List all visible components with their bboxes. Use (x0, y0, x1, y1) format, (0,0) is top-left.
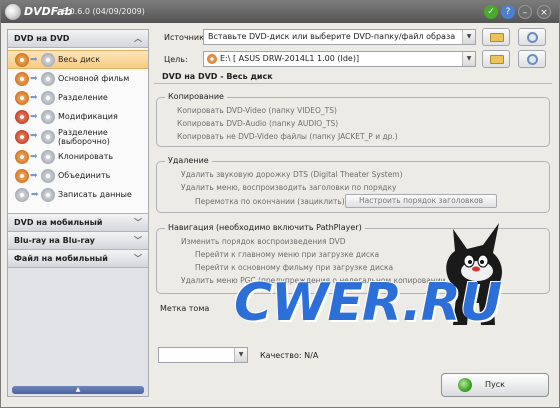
volume-label-text: Метка тома (160, 304, 210, 313)
sidebar-item-clone[interactable]: ➡ Клонировать (8, 147, 148, 166)
sidebar-section-bluray-to-bluray[interactable]: Blu-ray на Blu-ray ﹀ (8, 232, 148, 250)
sidebar-header-label: DVD на DVD (14, 34, 70, 43)
dvdfab-logo-icon (5, 4, 21, 20)
sidebar-section-label: Blu-ray на Blu-ray (14, 236, 95, 245)
disc-copy-icon: ➡ (14, 52, 58, 68)
sidebar-section-label: DVD на мобильный (14, 218, 103, 227)
sidebar-section-dvd-to-mobile[interactable]: DVD на мобильный ﹀ (8, 214, 148, 232)
target-combo[interactable]: E:\ [ ASUS DRW-2014L1 1.00 (Ide)] ▼ (203, 51, 476, 67)
disc-copy-icon: ➡ (14, 149, 58, 165)
sidebar-item-split[interactable]: ➡ Разделение (8, 88, 148, 107)
copy-group-title: Копирование (165, 92, 227, 101)
navigation-group-title: Навигация (необходимо включить PathPlaye… (165, 223, 365, 232)
disc-drive-icon (207, 54, 217, 64)
source-value: Вставьте DVD-диск или выберите DVD-папку… (208, 32, 456, 41)
remove-group: Удаление Удалить звуковую дорожку DTS (D… (156, 156, 550, 213)
remove-group-title: Удаление (165, 156, 212, 165)
close-icon[interactable]: × (537, 5, 551, 19)
target-settings-button[interactable] (518, 50, 546, 68)
remove-dts-option[interactable]: Удалить звуковую дорожку DTS (Digital Th… (181, 170, 403, 179)
sidebar-collapse-button[interactable]: ▲ (12, 386, 144, 394)
sidebar-item-main-movie[interactable]: ➡ Основной фильм (8, 69, 148, 88)
sidebar-item-merge[interactable]: ➡ Объединить (8, 166, 148, 185)
chevron-up-icon: ︿ (134, 34, 142, 43)
jump-main-movie-option[interactable]: Перейти к основному фильму при загрузке … (195, 263, 393, 272)
folder-icon (490, 33, 504, 42)
target-label: Цель: (164, 55, 188, 64)
sidebar-item-label: Записать данные (58, 190, 132, 199)
disc-burn-icon: ➡ (14, 187, 58, 203)
section-title-text: DVD на DVD - Весь диск (162, 72, 273, 81)
sidebar-item-label: Клонировать (58, 152, 114, 161)
gear-icon (527, 54, 538, 65)
target-browse-button[interactable] (482, 50, 510, 68)
mode-sidebar: DVD на DVD ︿ ➡ Весь диск ➡ Основной филь… (7, 29, 149, 397)
sidebar-item-label: Основной фильм (58, 74, 130, 83)
sidebar-item-label: Разделение (выборочно) (58, 127, 110, 146)
sidebar-item-label: Модификация (58, 112, 118, 121)
source-browse-button[interactable] (482, 28, 510, 46)
dropdown-arrow-icon[interactable]: ▼ (234, 348, 247, 362)
disc-copy-icon: ➡ (14, 129, 58, 145)
copy-audio-ts-option[interactable]: Копировать DVD-Audio (папку AUDIO_TS) (177, 119, 338, 128)
sidebar-section-label: Файл на мобильный (14, 254, 108, 263)
site-watermark: CWER.RU (234, 273, 502, 333)
sidebar-item-label: Разделение (58, 93, 108, 102)
sidebar-item-label: Объединить (58, 171, 111, 180)
chevron-down-icon: ﹀ (134, 236, 142, 245)
sidebar-item-write-data[interactable]: ➡ Записать данные (8, 185, 148, 204)
dropdown-arrow-icon[interactable]: ▼ (462, 30, 475, 44)
source-settings-button[interactable] (518, 28, 546, 46)
sidebar-item-customized-split[interactable]: ➡ Разделение (выборочно) (8, 126, 148, 147)
quality-label: Качество: N/A (260, 351, 319, 360)
sidebar-item-label: Весь диск (58, 55, 101, 64)
disc-copy-icon: ➡ (14, 168, 58, 184)
disc-copy-icon: ➡ (14, 90, 58, 106)
help-icon[interactable]: ? (501, 5, 515, 19)
change-play-order-option[interactable]: Изменить порядок воспроизведения DVD (181, 237, 346, 246)
jump-main-menu-option[interactable]: Перейти к главному меню при загрузке дис… (195, 250, 379, 259)
output-size-combo[interactable]: ▼ (158, 347, 248, 363)
copy-non-video-option[interactable]: Копировать не DVD-Video файлы (папку JAC… (177, 132, 398, 141)
app-window: DVDFab 6.0.6.0 (04/09/2009) ✓ ? – × DVD … (0, 0, 560, 408)
sidebar-header-dvd-to-dvd[interactable]: DVD на DVD ︿ (8, 30, 148, 48)
minimize-icon[interactable]: – (518, 5, 532, 19)
go-arrow-icon (458, 378, 472, 392)
disc-copy-icon: ➡ (14, 71, 58, 87)
copy-group: Копирование Копировать DVD-Video (папку … (156, 92, 550, 147)
dropdown-arrow-icon[interactable]: ▼ (462, 52, 475, 66)
remove-menu-option[interactable]: Удалить меню, воспроизводить заголовки п… (181, 183, 396, 192)
disc-copy-icon: ➡ (14, 109, 58, 125)
source-combo[interactable]: Вставьте DVD-диск или выберите DVD-папку… (203, 29, 476, 45)
source-label: Источник: (164, 33, 207, 42)
sidebar-section-file-to-mobile[interactable]: Файл на мобильный ﹀ (8, 250, 148, 268)
gear-icon (527, 32, 538, 43)
start-button[interactable]: Пуск (441, 373, 549, 397)
copy-video-ts-option[interactable]: Копировать DVD-Video (папку VIDEO_TS) (177, 106, 337, 115)
title-bar: DVDFab 6.0.6.0 (04/09/2009) ✓ ? – × (1, 1, 559, 23)
sidebar-item-list: ➡ Весь диск ➡ Основной фильм ➡ Разделени… (8, 48, 148, 214)
start-button-label: Пуск (485, 380, 505, 389)
chevron-down-icon: ﹀ (134, 254, 142, 263)
app-version: 6.0.6.0 (04/09/2009) (62, 7, 145, 16)
check-icon[interactable]: ✓ (484, 5, 498, 19)
chevron-down-icon: ﹀ (134, 218, 142, 227)
main-panel: Источник: Вставьте DVD-диск или выберите… (154, 27, 554, 401)
loop-playback-option[interactable]: Перемотка по окончании (зациклить) (195, 197, 345, 206)
target-value: E:\ [ ASUS DRW-2014L1 1.00 (Ide)] (220, 54, 360, 63)
sidebar-item-full-disc[interactable]: ➡ Весь диск (8, 50, 148, 69)
folder-icon (490, 55, 504, 64)
sidebar-item-customize[interactable]: ➡ Модификация (8, 107, 148, 126)
title-order-button[interactable]: Настроить порядок заголовков (345, 194, 497, 208)
section-title: DVD на DVD - Весь диск (154, 70, 552, 84)
